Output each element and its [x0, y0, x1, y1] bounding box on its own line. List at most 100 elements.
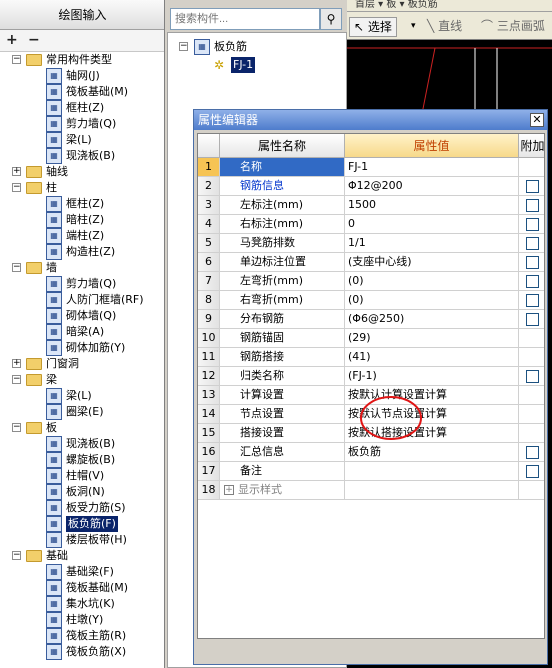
tree-item-row[interactable]: ▦ 柱帽(V): [0, 468, 164, 484]
collapse-icon[interactable]: −: [12, 375, 21, 384]
tree-item-row[interactable]: ▦ 现浇板(B): [0, 148, 164, 164]
tree-item-row[interactable]: ▦ 梁(L): [0, 132, 164, 148]
tree-item-row[interactable]: ▦ 梁(L): [0, 388, 164, 404]
tree-folder-row[interactable]: − 板: [0, 420, 164, 436]
collapse-icon[interactable]: −: [12, 55, 21, 64]
collapse-icon[interactable]: −: [12, 551, 21, 560]
folder-icon: [26, 166, 42, 178]
select-button[interactable]: ↖ 选择: [349, 17, 397, 37]
tree-item-row[interactable]: ▦ 基础梁(F): [0, 564, 164, 580]
component-icon: ▦: [46, 564, 62, 580]
annotation-overlay: [360, 396, 422, 440]
tree-item-row[interactable]: ▦ 框柱(Z): [0, 100, 164, 116]
collapse-icon[interactable]: −: [12, 263, 21, 272]
collapse-icon[interactable]: −: [12, 423, 21, 432]
tree-item-row[interactable]: ▦ 柱墩(Y): [0, 612, 164, 628]
tree-folder-label: 梁: [46, 373, 57, 386]
pointer-icon: ↖: [354, 20, 365, 34]
tree-folder-label: 板: [46, 421, 57, 434]
tree-item-label: 砌体加筋(Y): [66, 341, 126, 354]
component-icon: ▦: [46, 324, 62, 340]
component-icon: ▦: [46, 212, 62, 228]
tree-item-row[interactable]: ▦ 框柱(Z): [0, 196, 164, 212]
tree-item-row[interactable]: ▦ 砌体加筋(Y): [0, 340, 164, 356]
tree-folder-row[interactable]: − 梁: [0, 372, 164, 388]
tree-item-row[interactable]: ▦ 圈梁(E): [0, 404, 164, 420]
tree-item-label: 轴网(J): [66, 69, 100, 82]
collapse-icon[interactable]: −: [12, 183, 21, 192]
component-icon: ▦: [46, 228, 62, 244]
tree-item-row[interactable]: ▦ 现浇板(B): [0, 436, 164, 452]
tree-item-row[interactable]: ▦ 板洞(N): [0, 484, 164, 500]
tree-item-row[interactable]: ▦ 轴网(J): [0, 68, 164, 84]
tree-folder-label: 柱: [46, 181, 57, 194]
component-icon: ▦: [46, 468, 62, 484]
component-icon: ▦: [46, 500, 62, 516]
gear-icon: ✲: [214, 58, 225, 72]
tree-item-row[interactable]: ▦ 板负筋(F): [0, 516, 164, 532]
component-icon: ▦: [46, 532, 62, 548]
tree-toolbar: + −: [0, 30, 164, 52]
expand-icon[interactable]: +: [12, 359, 21, 368]
tree-item-label: 筏板基础(M): [66, 581, 129, 594]
expand-icon[interactable]: +: [12, 167, 21, 176]
tree-folder-row[interactable]: − 柱: [0, 180, 164, 196]
component-icon: ▦: [46, 628, 62, 644]
tree-item-label: 人防门框墙(RF): [66, 293, 144, 306]
tree-item-row[interactable]: ▦ 板受力筋(S): [0, 500, 164, 516]
floor-selector-text[interactable]: 首层 ▾ 板 ▾ 板负筋: [347, 0, 438, 10]
tree-folder-row[interactable]: + 轴线: [0, 164, 164, 180]
tree-item-row[interactable]: ▦ 剪力墙(Q): [0, 116, 164, 132]
line-icon: ╲: [427, 19, 435, 33]
tree-item-label: 现浇板(B): [66, 437, 116, 450]
tree-item-row[interactable]: ▦ 剪力墙(Q): [0, 276, 164, 292]
folder-icon: [26, 54, 42, 66]
tree-item-label: 筏板负筋(X): [66, 645, 127, 658]
tree-folder-row[interactable]: + 门窗洞: [0, 356, 164, 372]
tree-item-row[interactable]: ▦ 螺旋板(B): [0, 452, 164, 468]
dialog-title: 属性编辑器 ✕: [194, 110, 547, 130]
close-icon[interactable]: ✕: [530, 113, 544, 127]
tree-folder-row[interactable]: − 基础: [0, 548, 164, 564]
folder-icon: [26, 550, 42, 562]
floor-selector-bar: 首层 ▾ 板 ▾ 板负筋: [347, 0, 552, 12]
expand-all-icon[interactable]: +: [6, 33, 20, 47]
line-button[interactable]: ╲ 直线: [423, 17, 466, 37]
tree-item-row[interactable]: ▦ 暗梁(A): [0, 324, 164, 340]
search-icon[interactable]: ⚲: [320, 8, 342, 30]
collapse-all-icon[interactable]: −: [28, 33, 42, 47]
tree-item-row[interactable]: ▦ 砌体墙(Q): [0, 308, 164, 324]
tree-folder-label: 墙: [46, 261, 57, 274]
red-circle-annotation: [360, 396, 422, 440]
tree-item-row[interactable]: ▦ 筏板基础(M): [0, 580, 164, 596]
tree-folder-row[interactable]: − 常用构件类型: [0, 52, 164, 68]
component-icon: ▦: [46, 644, 62, 660]
tree-item-row[interactable]: ▦ 筏板负筋(X): [0, 644, 164, 660]
component-icon: ▦: [46, 580, 62, 596]
tree-item-row[interactable]: ▦ 人防门框墙(RF): [0, 292, 164, 308]
component-icon: ▦: [46, 452, 62, 468]
tree-folder-label: 基础: [46, 549, 68, 562]
tree-item-label: 构造柱(Z): [66, 245, 116, 258]
component-group-row[interactable]: − ▦ 板负筋: [168, 39, 346, 55]
tree-folder-row[interactable]: − 墙: [0, 260, 164, 276]
tree-item-label: 基础梁(F): [66, 565, 114, 578]
component-tree-panel: 绘图输入 + − − 常用构件类型 ▦ 轴网(J) ▦ 筏板基础(M) ▦ 框柱(Z) ▦ 剪力墙…: [0, 0, 165, 668]
search-input[interactable]: [170, 8, 320, 30]
component-item-row[interactable]: ✲ FJ-1: [168, 57, 346, 73]
tree-item-label: 板负筋(F): [66, 516, 118, 532]
select-dropdown-icon[interactable]: ▾: [407, 17, 420, 37]
component-icon: ▦: [46, 276, 62, 292]
tree-item-row[interactable]: ▦ 端柱(Z): [0, 228, 164, 244]
tree-item-row[interactable]: ▦ 构造柱(Z): [0, 244, 164, 260]
tree-item-label: 剪力墙(Q): [66, 277, 117, 290]
collapse-icon[interactable]: −: [179, 42, 188, 51]
tree-item-row[interactable]: ▦ 集水坑(K): [0, 596, 164, 612]
dialog-footer: [197, 642, 545, 662]
tree-item-row[interactable]: ▦ 筏板基础(M): [0, 84, 164, 100]
tree-item-row[interactable]: ▦ 筏板主筋(R): [0, 628, 164, 644]
draw-toolbar: ↖ 选择 ▾ ╲ 直线 ⌒ 三点画弧: [347, 12, 552, 40]
tree-item-row[interactable]: ▦ 楼层板带(H): [0, 532, 164, 548]
arc-button[interactable]: ⌒ 三点画弧: [477, 17, 549, 37]
tree-item-row[interactable]: ▦ 暗柱(Z): [0, 212, 164, 228]
